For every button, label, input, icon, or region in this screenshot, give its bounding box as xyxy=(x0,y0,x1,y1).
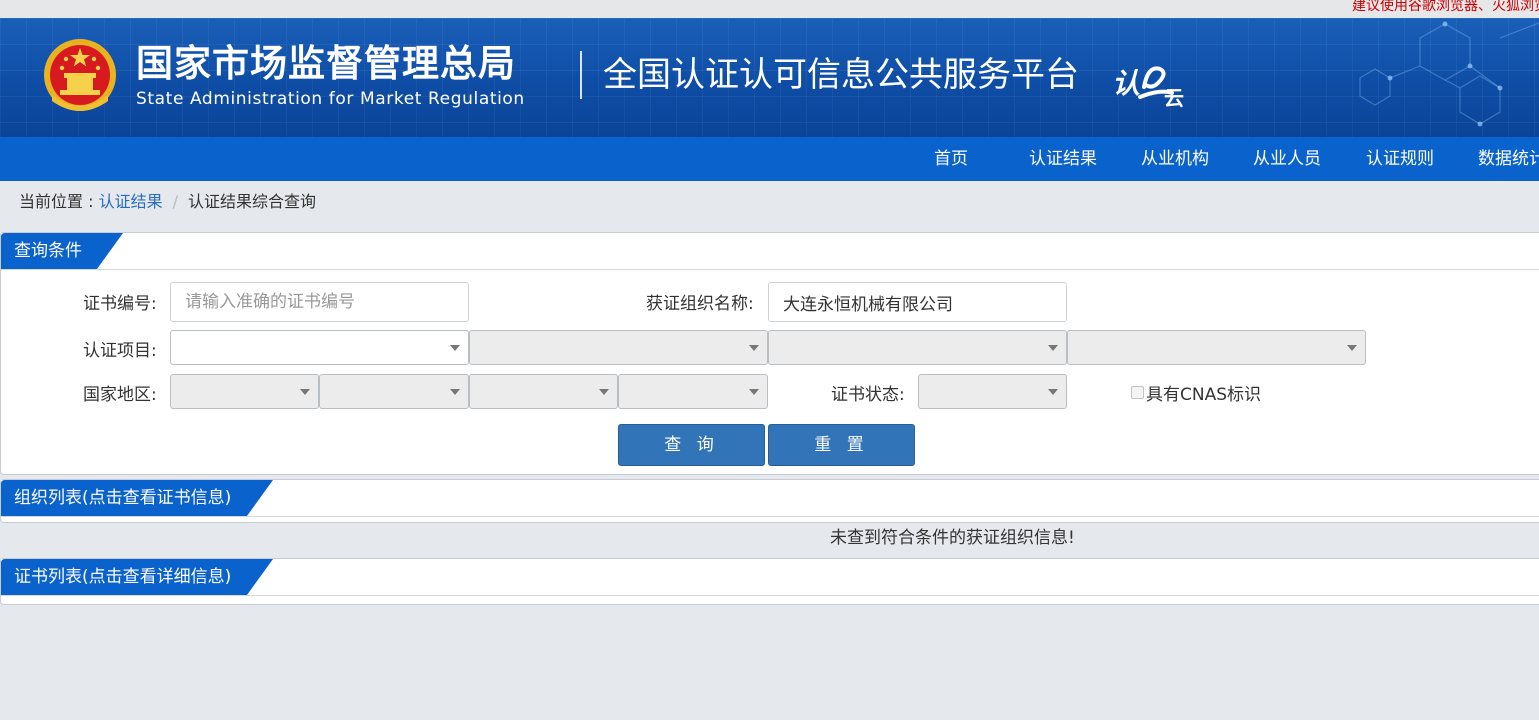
chevron-down-icon xyxy=(450,345,460,351)
region-select-4[interactable] xyxy=(618,374,768,409)
breadcrumb-link-cert-results[interactable]: 认证结果 xyxy=(99,192,163,211)
breadcrumb: 当前位置 : 认证结果 / 认证结果综合查询 xyxy=(19,191,316,213)
national-emblem-icon xyxy=(44,39,116,111)
org-name-input[interactable] xyxy=(768,282,1067,322)
breadcrumb-prefix: 当前位置 : xyxy=(19,192,99,211)
status-label: 证书状态: xyxy=(831,385,905,405)
cnas-label: 具有CNAS标识 xyxy=(1146,385,1262,405)
cert-list-panel: 证书列表(点击查看详细信息) xyxy=(0,558,1539,605)
region-select-3[interactable] xyxy=(469,374,618,409)
chevron-down-icon xyxy=(300,389,310,395)
org-list-panel: 组织列表(点击查看证书信息) xyxy=(0,479,1539,523)
status-select[interactable] xyxy=(918,374,1067,409)
chevron-down-icon xyxy=(749,345,759,351)
search-button[interactable]: 查 询 xyxy=(618,424,765,466)
cert-list-header: 证书列表(点击查看详细信息) xyxy=(1,559,1539,596)
nav-item-personnel[interactable]: 从业人员 xyxy=(1253,137,1321,181)
reset-button[interactable]: 重 置 xyxy=(768,424,915,466)
org-name-en: State Administration for Market Regulati… xyxy=(136,89,525,109)
query-panel-title: 查询条件 xyxy=(14,241,82,261)
breadcrumb-separator: / xyxy=(172,192,178,211)
project-select-4[interactable] xyxy=(1067,330,1366,365)
org-name-label: 获证组织名称: xyxy=(646,294,754,314)
nav-item-institutions[interactable]: 从业机构 xyxy=(1141,137,1209,181)
header-divider xyxy=(580,51,582,99)
nav-item-cert-results[interactable]: 认证结果 xyxy=(1029,137,1097,181)
chevron-down-icon xyxy=(1048,345,1058,351)
platform-logo-text-ren: 认 xyxy=(1112,67,1140,100)
cnas-checkbox[interactable] xyxy=(1131,386,1144,399)
project-label: 认证项目: xyxy=(83,341,157,361)
query-panel-header: 查询条件 xyxy=(1,233,1539,270)
region-select-1[interactable] xyxy=(170,374,319,409)
region-select-2[interactable] xyxy=(319,374,469,409)
breadcrumb-current: 认证结果综合查询 xyxy=(187,192,316,211)
hexagon-network-decoration-icon xyxy=(1359,21,1539,127)
platform-title: 全国认证认可信息公共服务平台 xyxy=(603,55,1079,95)
org-list-empty-message: 未查到符合条件的获证组织信息! xyxy=(830,528,1075,548)
platform-logo-icon: 认 云 xyxy=(1112,66,1184,109)
project-select-3[interactable] xyxy=(768,330,1067,365)
chevron-down-icon xyxy=(749,389,759,395)
region-label: 国家地区: xyxy=(83,385,157,405)
org-list-title: 组织列表(点击查看证书信息) xyxy=(14,488,232,508)
nav-item-home[interactable]: 首页 xyxy=(934,137,968,181)
nav-item-cert-rules[interactable]: 认证规则 xyxy=(1366,137,1434,181)
site-header-banner: 国家市场监督管理总局 State Administration for Mark… xyxy=(0,18,1539,137)
nav-item-statistics[interactable]: 数据统计 xyxy=(1478,137,1539,181)
project-select-2[interactable] xyxy=(469,330,768,365)
chevron-down-icon xyxy=(599,389,609,395)
cert-no-label: 证书编号: xyxy=(83,294,157,314)
top-notice-bar: 建议使用谷歌浏览器、火狐浏览器 xyxy=(0,0,1539,18)
chevron-down-icon xyxy=(450,389,460,395)
project-select-1[interactable] xyxy=(170,330,469,365)
browser-notice: 建议使用谷歌浏览器、火狐浏览器 xyxy=(1352,0,1539,14)
platform-logo-text-yun: 云 xyxy=(1164,86,1184,109)
org-list-header: 组织列表(点击查看证书信息) xyxy=(1,480,1539,517)
chevron-down-icon xyxy=(1347,345,1357,351)
cert-list-title: 证书列表(点击查看详细信息) xyxy=(14,567,232,587)
org-name-cn: 国家市场监督管理总局 xyxy=(136,42,516,85)
cert-no-input[interactable] xyxy=(170,282,469,322)
chevron-down-icon xyxy=(1048,389,1058,395)
main-navbar: 首页 认证结果 从业机构 从业人员 认证规则 数据统计 xyxy=(0,137,1539,181)
